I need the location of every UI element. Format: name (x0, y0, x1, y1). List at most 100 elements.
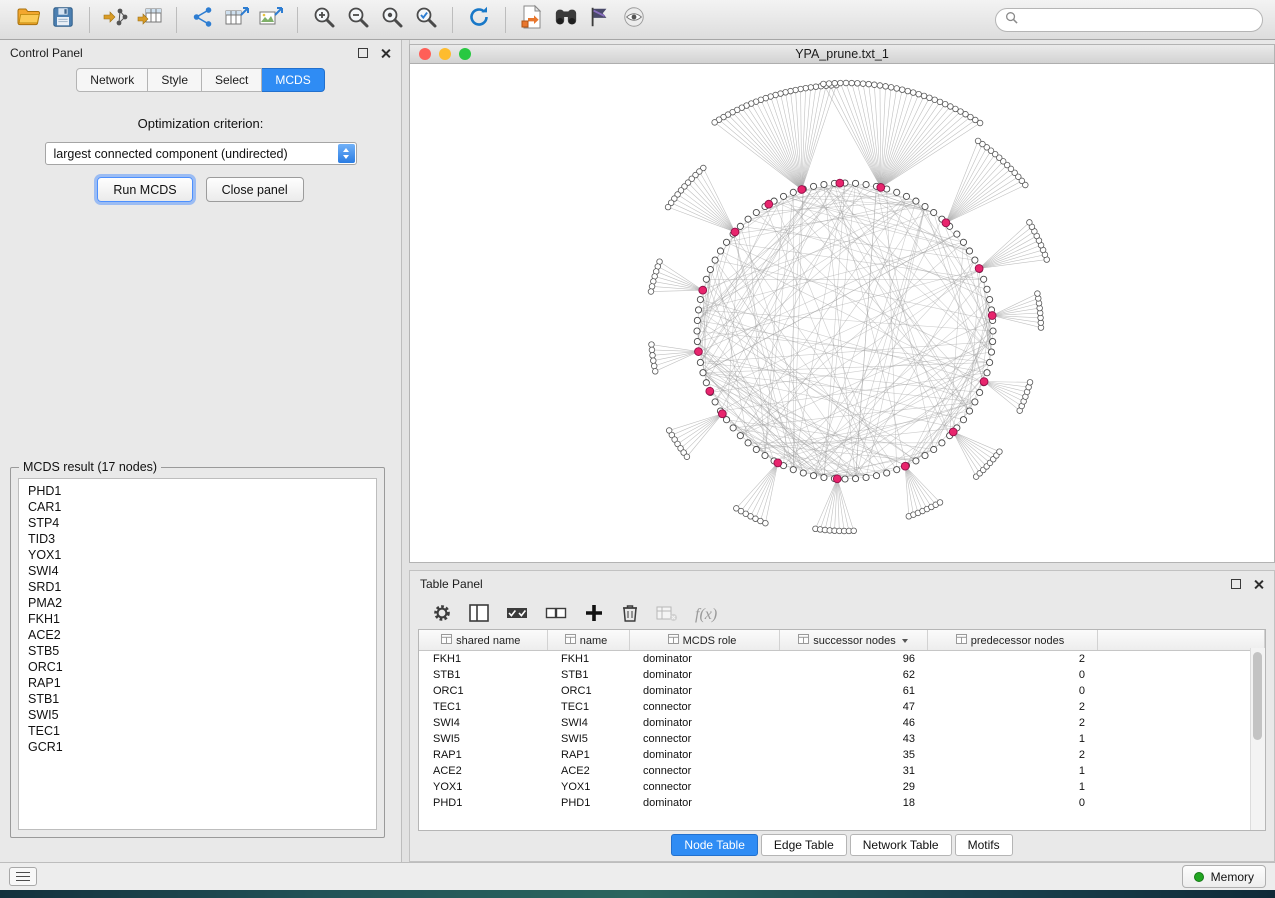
network-node[interactable] (694, 338, 700, 344)
network-node[interactable] (700, 370, 706, 376)
network-node[interactable] (800, 470, 806, 476)
table-row[interactable]: ACE2ACE2connector311 (419, 763, 1265, 779)
zoom-fit-button[interactable] (375, 4, 409, 36)
network-node[interactable] (790, 467, 796, 473)
network-leaf-node[interactable] (948, 104, 954, 110)
network-node[interactable] (922, 452, 928, 458)
network-node[interactable] (972, 257, 978, 263)
network-node[interactable] (703, 380, 709, 386)
network-edge[interactable] (736, 463, 777, 508)
network-edge[interactable] (741, 463, 778, 511)
network-node[interactable] (960, 417, 966, 423)
network-edge[interactable] (802, 86, 821, 189)
network-edge[interactable] (856, 186, 877, 478)
network-node[interactable] (703, 276, 709, 282)
network-leaf-node[interactable] (866, 81, 872, 87)
network-node[interactable] (966, 408, 972, 414)
network-leaf-node[interactable] (849, 80, 855, 86)
network-node[interactable] (737, 223, 743, 229)
mcds-hub-node[interactable] (833, 475, 841, 483)
network-node[interactable] (990, 338, 996, 344)
network-edge[interactable] (728, 115, 802, 190)
zoom-window-icon[interactable] (459, 48, 471, 60)
network-edge[interactable] (756, 102, 802, 190)
mcds-hub-node[interactable] (942, 219, 950, 227)
mcds-result-item[interactable]: TEC1 (28, 723, 367, 739)
network-edge[interactable] (946, 173, 1015, 223)
network-node[interactable] (694, 317, 700, 323)
network-node[interactable] (863, 474, 869, 480)
close-panel-icon[interactable] (380, 48, 391, 59)
network-node[interactable] (972, 399, 978, 405)
network-node[interactable] (987, 359, 993, 365)
network-edge[interactable] (761, 100, 802, 190)
zoom-out-button[interactable] (341, 4, 375, 36)
network-edge[interactable] (953, 432, 999, 452)
network-node[interactable] (988, 349, 994, 355)
column-header[interactable]: shared name (419, 630, 547, 651)
tab-network-table[interactable]: Network Table (850, 834, 952, 856)
network-edge[interactable] (946, 158, 999, 223)
network-edge[interactable] (984, 382, 1025, 397)
network-leaf-node[interactable] (843, 80, 849, 86)
network-edge[interactable] (829, 84, 881, 188)
close-panel-icon[interactable] (1253, 579, 1264, 590)
network-edge[interactable] (979, 222, 1029, 268)
network-node[interactable] (707, 266, 713, 272)
network-leaf-node[interactable] (712, 120, 718, 126)
network-edge[interactable] (740, 196, 906, 435)
network-leaf-node[interactable] (1035, 291, 1041, 297)
network-canvas[interactable] (410, 63, 1274, 562)
network-edge[interactable] (953, 432, 976, 477)
tab-motifs[interactable]: Motifs (955, 834, 1013, 856)
select-all-button[interactable] (506, 604, 528, 627)
network-edge[interactable] (653, 352, 698, 361)
network-edge[interactable] (719, 120, 802, 190)
table-row[interactable]: SWI5SWI5connector431 (419, 731, 1265, 747)
mcds-hub-node[interactable] (706, 387, 714, 395)
network-edge[interactable] (654, 352, 698, 366)
show-panels-button[interactable] (9, 867, 37, 886)
network-leaf-node[interactable] (803, 85, 809, 91)
network-edge[interactable] (979, 245, 1041, 268)
network-node[interactable] (931, 209, 937, 215)
network-edge[interactable] (688, 183, 735, 232)
deselect-all-button[interactable] (545, 604, 567, 627)
network-edge[interactable] (746, 463, 778, 514)
network-node[interactable] (990, 328, 996, 334)
memory-button[interactable]: Memory (1182, 865, 1266, 888)
import-network-button[interactable] (99, 4, 133, 36)
network-leaf-node[interactable] (910, 90, 916, 96)
network-edge[interactable] (774, 201, 969, 251)
mcds-result-item[interactable]: STB5 (28, 643, 367, 659)
network-node[interactable] (939, 440, 945, 446)
mcds-result-item[interactable]: PMA2 (28, 595, 367, 611)
network-edge[interactable] (820, 479, 837, 530)
network-node[interactable] (762, 452, 768, 458)
network-leaf-node[interactable] (813, 84, 819, 90)
tab-edge-table[interactable]: Edge Table (761, 834, 847, 856)
network-node[interactable] (697, 296, 703, 302)
mcds-hub-node[interactable] (765, 200, 773, 208)
show-graphics-button[interactable] (617, 4, 651, 36)
network-edge[interactable] (737, 110, 802, 190)
save-session-button[interactable] (46, 4, 80, 36)
share-document-button[interactable] (515, 4, 549, 36)
network-node[interactable] (712, 399, 718, 405)
mcds-result-item[interactable]: GCR1 (28, 739, 367, 755)
search-network-button[interactable] (549, 4, 583, 36)
network-leaf-node[interactable] (855, 81, 861, 87)
mcds-result-item[interactable]: TID3 (28, 531, 367, 547)
network-leaf-node[interactable] (883, 84, 889, 90)
tab-select[interactable]: Select (202, 68, 262, 92)
network-leaf-node[interactable] (684, 454, 690, 460)
mcds-result-item[interactable]: YOX1 (28, 547, 367, 563)
zoom-selected-button[interactable] (409, 4, 443, 36)
network-node[interactable] (723, 239, 729, 245)
mcds-result-item[interactable]: SRD1 (28, 579, 367, 595)
network-edge[interactable] (984, 382, 1022, 406)
network-node[interactable] (821, 181, 827, 187)
mcds-hub-node[interactable] (699, 286, 707, 294)
search-input[interactable] (1024, 12, 1253, 28)
network-edge[interactable] (837, 479, 853, 531)
